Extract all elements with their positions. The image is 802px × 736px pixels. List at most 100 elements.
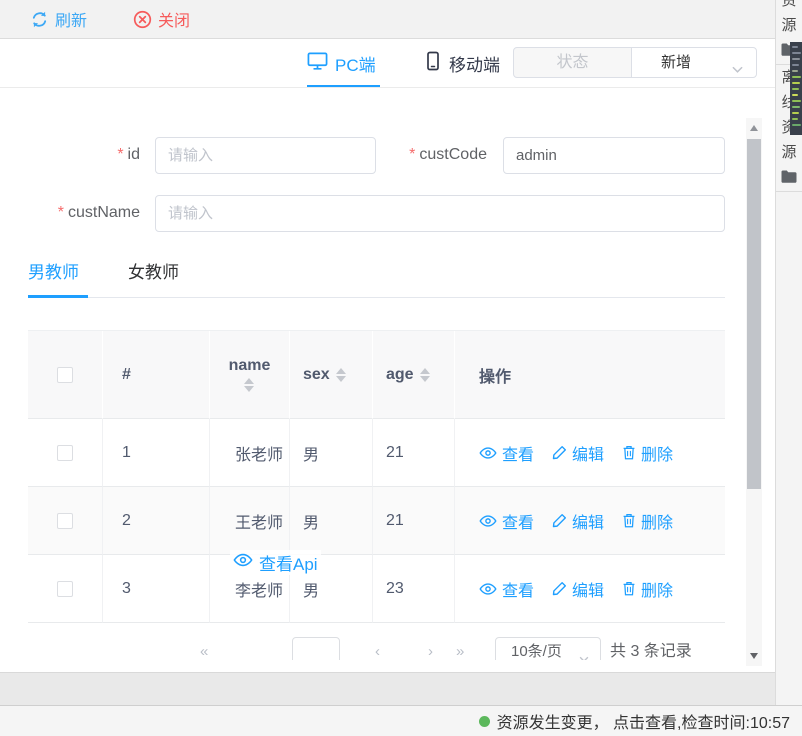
monitor-icon [307,51,328,76]
row-action-edit[interactable]: 编辑 [552,509,604,533]
view-api-label: 查看Api [259,550,318,575]
pagination-prev[interactable]: ‹ [375,637,378,660]
row-action-delete[interactable]: 删除 [622,441,673,465]
col-header-name: name [210,331,290,419]
cell-name: 王老师 [210,487,290,555]
row-action-view[interactable]: 查看 [479,441,534,465]
custcode-input[interactable] [503,137,725,174]
preview-content: *id *custCode *custName 男教师 女教师 # name [0,88,775,672]
pagination-first[interactable]: « [200,637,206,660]
pagination-page-button[interactable] [292,637,340,660]
cell-index: 2 [103,487,210,555]
minimap-strip[interactable] [790,42,802,135]
sort-control-name[interactable] [244,378,254,392]
id-input[interactable] [155,137,376,174]
row-checkbox[interactable] [57,445,73,461]
cell-age: 23 [373,555,455,623]
scroll-down-arrow[interactable] [750,653,758,659]
refresh-icon [30,10,49,29]
close-circle-icon [133,10,152,29]
row-checkbox[interactable] [57,581,73,597]
trash-icon [622,445,636,460]
field-label-custname: *custName [0,204,140,222]
field-label-custcode: *custCode [347,146,487,164]
col-header-sex: sex [290,331,373,419]
status-message: 资源发生变更， 点击查看,检查时间:10:57 [497,709,790,733]
eye-icon [233,552,253,573]
table-header-row: # name sex age 操作 [28,331,725,419]
tab-mobile-label: 移动端 [449,51,500,76]
chevron-down-icon [731,57,744,86]
status-dot-icon [479,716,490,727]
add-select[interactable]: 新增 [631,47,757,78]
required-asterisk: * [409,146,415,163]
col-header-ops: 操作 [455,331,725,419]
cell-operations: 查看编辑删除 [455,487,725,555]
cell-index: 3 [103,555,210,623]
refresh-label: 刷新 [55,7,87,31]
row-action-view[interactable]: 查看 [479,509,534,533]
scrollbar-thumb[interactable] [747,139,761,489]
cell-sex: 男 [290,487,373,555]
field-label-id: *id [0,146,140,164]
row-action-delete[interactable]: 删除 [622,509,673,533]
eye-icon [479,514,497,528]
pagination-total: 共 3 条记录 [610,637,692,660]
teacher-tab-underline [28,295,88,298]
cell-checkbox [28,419,103,487]
pagination-last[interactable]: » [456,637,462,660]
trash-icon [622,513,636,528]
cell-operations: 查看编辑删除 [455,419,725,487]
row-action-delete[interactable]: 删除 [622,577,673,601]
status-button[interactable]: 状态 [513,47,632,78]
pencil-icon [552,581,567,596]
active-tab-underline [307,85,380,87]
right-sidebar: 资源离线资源 [775,0,802,705]
cell-checkbox [28,487,103,555]
row-action-edit[interactable]: 编辑 [552,577,604,601]
app-window: 刷新 关闭 PC端 移动端 状态 新增 [0,0,802,736]
cell-age: 21 [373,487,455,555]
cell-age: 21 [373,419,455,487]
mobile-icon [424,51,442,76]
content-scrollbar[interactable] [746,118,762,666]
sort-control-sex[interactable] [336,368,346,382]
folder-icon [781,170,797,183]
cell-index: 1 [103,419,210,487]
pencil-icon [552,445,567,460]
row-checkbox[interactable] [57,513,73,529]
cell-sex: 男 [290,419,373,487]
close-button[interactable]: 关闭 [133,7,190,31]
required-asterisk: * [117,146,123,163]
page-size-value: 10条/页 [511,643,562,660]
table-row: 3李老师男23查看编辑删除 [28,555,725,623]
page-size-select[interactable]: 10条/页 [495,637,601,660]
col-header-age: age [373,331,455,419]
add-select-value: 新增 [661,54,691,71]
pagination-next[interactable]: › [428,637,431,660]
tab-pc[interactable]: PC端 [307,39,376,87]
view-api-button[interactable]: 查看Api [230,550,321,575]
select-all-checkbox[interactable] [57,367,73,383]
custname-input[interactable] [155,195,725,232]
close-label: 关闭 [158,7,190,31]
status-bar[interactable]: 资源发生变更， 点击查看,检查时间:10:57 [0,705,802,736]
row-action-view[interactable]: 查看 [479,577,534,601]
cell-checkbox [28,555,103,623]
tab-mobile[interactable]: 移动端 [424,39,500,87]
tabs-border [28,297,725,298]
required-asterisk: * [58,204,64,221]
table-row: 2王老师男21查看编辑删除 [28,487,725,555]
tab-male-teacher[interactable]: 男教师 [28,258,79,296]
tab-female-teacher[interactable]: 女教师 [128,258,179,296]
eye-icon [479,582,497,596]
scroll-up-arrow[interactable] [750,125,758,131]
chevron-down-icon [578,647,590,660]
trash-icon [622,581,636,596]
teacher-table: # name sex age 操作 1张老师男21查看编辑删除2王老师男 [28,330,725,623]
sort-control-age[interactable] [420,368,430,382]
row-action-edit[interactable]: 编辑 [552,441,604,465]
top-toolbar: 刷新 关闭 [0,0,775,39]
refresh-button[interactable]: 刷新 [30,7,87,31]
tab-pc-label: PC端 [335,51,376,76]
